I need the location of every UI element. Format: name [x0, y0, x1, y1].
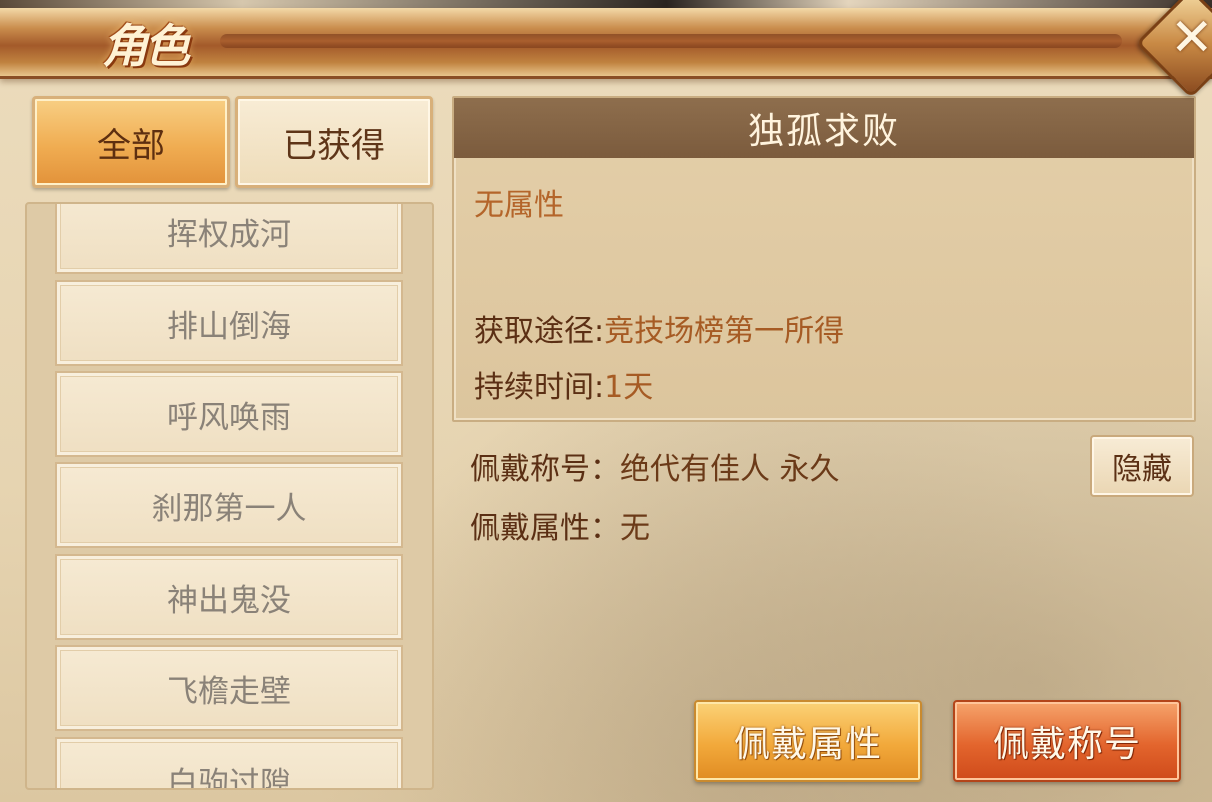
list-item[interactable]: 神出鬼没	[55, 554, 403, 640]
page-title: 角色	[102, 19, 190, 73]
title-detail-card: 独孤求败 无属性 获取途径:竞技场榜第一所得 持续时间:1天	[452, 96, 1196, 422]
tab-all[interactable]: 全部	[32, 96, 230, 188]
hide-button[interactable]: 隐藏	[1090, 435, 1194, 497]
list-item[interactable]: 排山倒海	[55, 280, 403, 366]
list-item[interactable]: 刹那第一人	[55, 462, 403, 548]
detail-duration-value: 1天	[604, 370, 654, 405]
detail-duration-label: 持续时间:	[474, 370, 605, 405]
list-item[interactable]: 白驹过隙	[55, 737, 403, 788]
detail-attribute: 无属性	[474, 188, 564, 223]
close-icon[interactable]: ✕	[1170, 10, 1212, 66]
wearing-title-label: 佩戴称号：	[470, 452, 620, 487]
wear-attribute-button[interactable]: 佩戴属性	[694, 700, 922, 782]
detail-title: 独孤求败	[454, 98, 1194, 158]
detail-source: 获取途径:竞技场榜第一所得	[474, 306, 844, 350]
tab-obtained[interactable]: 已获得	[235, 96, 433, 188]
wearing-attr-value: 无	[620, 511, 650, 546]
list-item[interactable]: 飞檐走壁	[55, 645, 403, 731]
wearing-attr-row: 佩戴属性：无	[470, 503, 650, 547]
title-list[interactable]: 挥权成河 排山倒海 呼风唤雨 刹那第一人 神出鬼没 飞檐走壁 白驹过隙	[25, 202, 434, 790]
detail-source-value: 竞技场榜第一所得	[604, 314, 845, 349]
detail-duration: 持续时间:1天	[474, 362, 653, 406]
list-item[interactable]: 挥权成河	[55, 204, 403, 274]
list-item[interactable]: 呼风唤雨	[55, 371, 403, 457]
wearing-attr-label: 佩戴属性：	[470, 511, 620, 546]
detail-source-label: 获取途径:	[474, 314, 605, 349]
wearing-title-row: 佩戴称号：绝代有佳人 永久	[470, 444, 840, 488]
wear-title-button[interactable]: 佩戴称号	[953, 700, 1181, 782]
wearing-title-value: 绝代有佳人 永久	[620, 452, 840, 487]
